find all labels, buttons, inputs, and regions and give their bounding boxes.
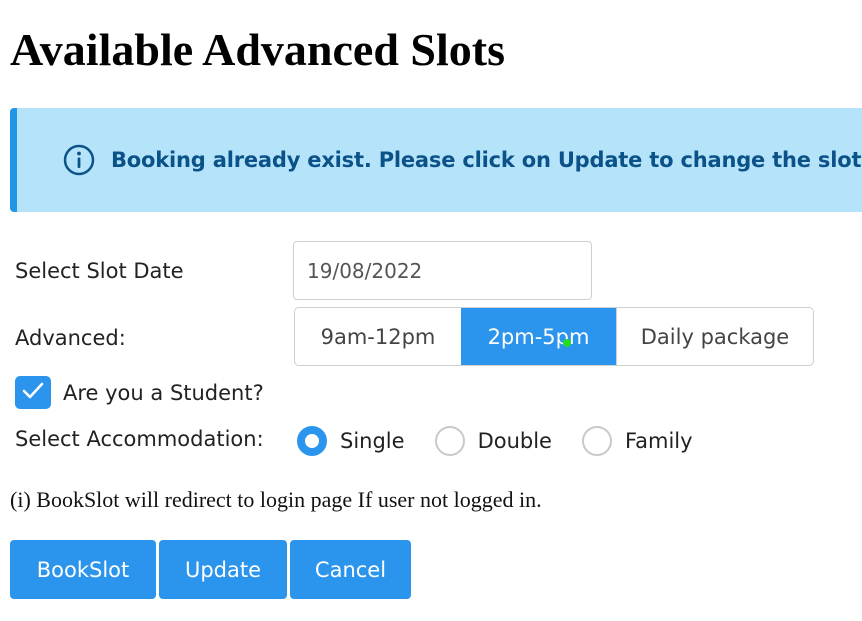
advanced-label: Advanced: xyxy=(15,326,126,350)
checkmark-icon xyxy=(21,381,45,405)
radio-option-double[interactable]: Double xyxy=(434,426,552,456)
radio-label-single: Single xyxy=(340,429,405,453)
slot-date-label: Select Slot Date xyxy=(15,259,184,283)
student-label: Are you a Student? xyxy=(63,381,264,405)
radio-label-family: Family xyxy=(624,429,693,453)
alert-message: Booking already exist. Please click on U… xyxy=(111,148,862,172)
slot-option-2pm-5pm[interactable]: 2pm-5pm xyxy=(461,308,616,365)
bookslot-button[interactable]: BookSlot xyxy=(10,540,156,599)
mouse-cursor-dot xyxy=(563,339,571,347)
slot-date-input[interactable] xyxy=(293,241,592,300)
info-alert: Booking already exist. Please click on U… xyxy=(10,108,862,212)
slot-option-9am-12pm[interactable]: 9am-12pm xyxy=(295,308,461,365)
accommodation-label: Select Accommodation: xyxy=(15,427,264,451)
radio-label-double: Double xyxy=(477,429,552,453)
student-checkbox[interactable] xyxy=(15,376,51,409)
radio-button-double[interactable] xyxy=(434,426,465,456)
login-redirect-note: (i) BookSlot will redirect to login page… xyxy=(10,487,542,512)
slot-option-daily-package[interactable]: Daily package xyxy=(616,308,813,365)
info-circle-icon xyxy=(63,144,95,176)
update-button[interactable]: Update xyxy=(159,540,287,599)
radio-option-family[interactable]: Family xyxy=(581,426,693,456)
radio-button-family[interactable] xyxy=(581,426,612,456)
advanced-slot-toggle-group: 9am-12pm 2pm-5pm Daily package xyxy=(294,307,814,366)
cancel-button[interactable]: Cancel xyxy=(290,540,411,599)
accommodation-radio-group: Single Double Family xyxy=(297,423,723,459)
radio-button-single[interactable] xyxy=(297,426,327,456)
radio-option-single[interactable]: Single xyxy=(297,426,405,456)
page-title: Available Advanced Slots xyxy=(10,24,505,75)
